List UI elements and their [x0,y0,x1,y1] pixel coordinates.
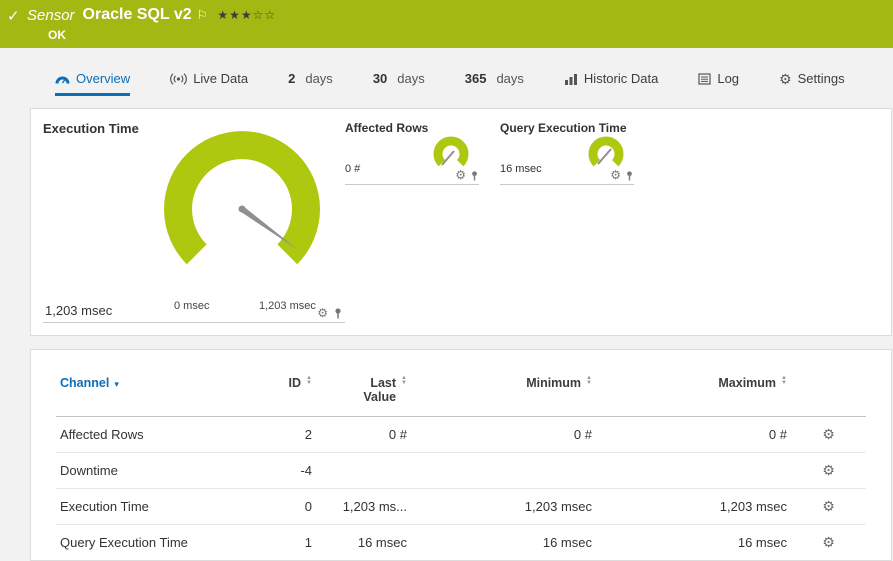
flag-icon[interactable]: ⚐ [197,8,208,22]
object-kind-label: Sensor [27,6,75,24]
gauge-title: Affected Rows [345,121,429,135]
query-execution-time-gauge-tile: Query Execution Time 16 msec ⚙ [500,121,634,185]
col-header-actions [791,374,866,417]
cell-id: 1 [241,524,316,560]
sort-icon: ▲ ▼ [781,375,787,386]
cell-last-value: 0 # [316,416,411,453]
pin-icon[interactable] [625,170,634,181]
channels-table: Channel ▾ ID ▲ ▼ Last Value ▲ ▼ Minimum ▲ ▼ Max… [56,374,866,560]
cell-channel: Execution Time [56,488,241,525]
cell-channel: Affected Rows [56,416,241,453]
tab-live-data[interactable]: Live Data [170,71,248,96]
gauge-current-value: 16 msec [500,163,542,175]
col-header-last-value[interactable]: Last Value ▲ ▼ [316,374,411,417]
cell-id: 2 [241,416,316,453]
gauge-settings-gear-icon[interactable]: ⚙ [455,169,466,181]
tab-2-days[interactable]: 2 days [288,71,333,96]
gauge-settings-gear-icon[interactable]: ⚙ [317,307,328,319]
tab-30-days[interactable]: 30 days [373,71,425,96]
tab-historic-data[interactable]: Historic Data [564,71,658,96]
tab-overview[interactable]: Overview [55,71,131,96]
channel-settings-gear-icon[interactable]: ⚙ [822,534,835,550]
channel-settings-gear-icon[interactable]: ⚙ [822,498,835,514]
cell-minimum [411,452,596,489]
sort-icon: ▲ ▼ [586,375,592,386]
cell-minimum: 0 # [411,416,596,453]
settings-gear-icon: ⚙ [779,70,792,87]
tab-settings[interactable]: ⚙ Settings [779,71,845,96]
tab-bar: Overview Live Data 2 days 30 days 365 days … [0,48,893,96]
status-badge: OK [48,28,66,42]
gauge-current-value: 1,203 msec [45,303,113,318]
gauge-title: Query Execution Time [500,121,627,135]
affected-rows-gauge-tile: Affected Rows 0 # ⚙ [345,121,479,185]
gauge-icon [55,76,70,84]
cell-last-value [316,452,411,489]
sort-desc-icon: ▾ [114,379,119,389]
sort-icon: ▲ ▼ [306,375,312,386]
log-list-icon [698,72,711,85]
table-row: Downtime -4 ⚙ [56,452,866,489]
cell-maximum: 0 # [596,416,791,453]
gauges-panel: Execution Time 0 msec 1,203 msec 1,203 m… [30,108,892,336]
col-header-id[interactable]: ID ▲ ▼ [241,374,316,417]
cell-maximum: 16 msec [596,524,791,560]
table-row: Affected Rows 2 0 # 0 # 0 # ⚙ [56,416,866,453]
table-row: Execution Time 0 1,203 ms... 1,203 msec … [56,488,866,525]
cell-channel: Query Execution Time [56,524,241,560]
channel-settings-gear-icon[interactable]: ⚙ [822,462,835,478]
cell-id: -4 [241,452,316,489]
channels-panel: Channel ▾ ID ▲ ▼ Last Value ▲ ▼ Minimum ▲ ▼ Max… [30,349,892,561]
sort-icon: ▲ ▼ [401,375,407,386]
live-broadcast-icon [170,72,188,85]
table-row: Query Execution Time 1 16 msec 16 msec 1… [56,524,866,560]
cell-id: 0 [241,488,316,525]
cell-channel: Downtime [56,452,241,489]
pin-icon[interactable] [333,307,343,319]
sensor-title: Oracle SQL v2 [82,6,192,23]
bar-chart-icon [564,73,577,85]
sensor-header: ✓ Sensor Oracle SQL v2 ⚐ ★★★☆☆ OK [0,0,893,48]
col-header-minimum[interactable]: Minimum ▲ ▼ [411,374,596,417]
cell-maximum [596,452,791,489]
tab-log[interactable]: Log [698,71,739,96]
col-header-maximum[interactable]: Maximum ▲ ▼ [596,374,791,417]
cell-last-value: 1,203 ms... [316,488,411,525]
execution-time-gauge-tile: Execution Time 0 msec 1,203 msec 1,203 m… [43,121,345,323]
col-header-channel[interactable]: Channel ▾ [56,374,241,417]
cell-minimum: 16 msec [411,524,596,560]
cell-last-value: 16 msec [316,524,411,560]
gauge-settings-gear-icon[interactable]: ⚙ [610,169,621,181]
gauge-current-value: 0 # [345,163,361,175]
channel-settings-gear-icon[interactable]: ⚙ [822,426,835,442]
priority-stars[interactable]: ★★★☆☆ [217,8,276,22]
pin-icon[interactable] [470,170,479,181]
gauge-max-label: 1,203 msec [259,300,316,312]
execution-time-gauge [164,131,320,265]
gauge-min-label: 0 msec [174,300,210,312]
ok-check-icon: ✓ [7,8,20,25]
cell-maximum: 1,203 msec [596,488,791,525]
tab-365-days[interactable]: 365 days [465,71,524,96]
cell-minimum: 1,203 msec [411,488,596,525]
